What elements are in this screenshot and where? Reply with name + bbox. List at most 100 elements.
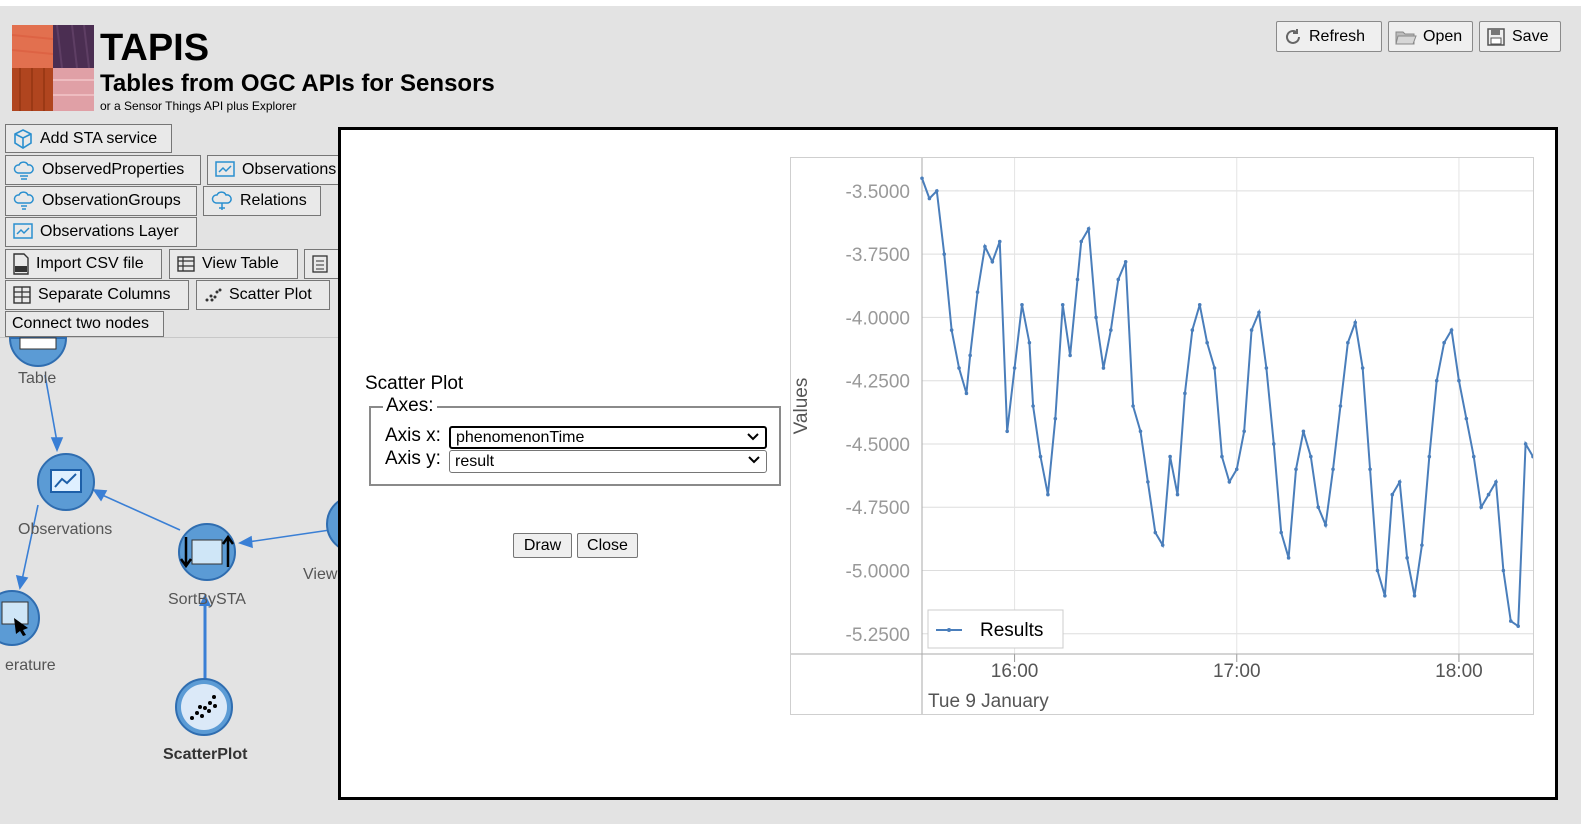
results-data-point xyxy=(1220,454,1224,459)
cloud-relations-icon xyxy=(211,191,232,210)
results-series-line xyxy=(921,177,1534,629)
axis-x-value: phenomenonTime xyxy=(456,428,585,446)
sortbysta-node[interactable] xyxy=(178,523,236,581)
save-button[interactable]: Save xyxy=(1479,21,1561,52)
results-data-point xyxy=(1234,467,1239,472)
bottom-background xyxy=(338,800,1581,824)
top-strip xyxy=(0,0,1581,6)
results-data-point xyxy=(1068,353,1072,358)
csv-file-icon xyxy=(13,253,29,275)
results-data-point xyxy=(1079,239,1084,244)
results-data-point xyxy=(1075,277,1080,282)
axis-x-select[interactable]: phenomenonTime xyxy=(449,426,767,449)
cloud-group-icon xyxy=(13,191,34,210)
view-table-button[interactable]: View Table xyxy=(169,249,298,279)
results-data-point xyxy=(1264,366,1269,370)
results-data-point xyxy=(975,290,980,294)
results-data-point xyxy=(1405,556,1409,560)
app-tagline: or a Sensor Things API plus Explorer xyxy=(100,99,297,113)
results-data-point xyxy=(1338,404,1343,408)
observations-node-label: Observations xyxy=(18,521,113,538)
results-data-point xyxy=(1086,227,1091,231)
results-data-point xyxy=(1053,416,1058,421)
results-data-point xyxy=(1146,480,1150,484)
results-data-point xyxy=(1205,340,1209,345)
scatterplot-node-label: ScatterPlot xyxy=(163,746,248,763)
scatterplot-node[interactable] xyxy=(175,678,233,736)
table-node[interactable] xyxy=(8,337,68,367)
axis-x-label: Axis x: xyxy=(385,425,441,446)
results-data-point xyxy=(1397,480,1402,484)
open-label: Open xyxy=(1423,27,1463,45)
results-data-point xyxy=(1301,429,1306,434)
results-data-point xyxy=(1501,568,1506,573)
observations-node[interactable] xyxy=(37,453,95,511)
temperature-node[interactable] xyxy=(0,590,40,646)
results-data-point xyxy=(927,196,932,201)
chart-monitor-icon xyxy=(215,161,235,177)
y-axis-label: Values xyxy=(791,378,812,435)
results-data-point xyxy=(1508,619,1513,623)
results-data-point xyxy=(1486,492,1491,497)
results-data-point xyxy=(1390,492,1395,497)
observed-properties-button[interactable]: ObservedProperties xyxy=(5,155,201,185)
y-tick-label: -4.7500 xyxy=(846,498,910,519)
results-data-point xyxy=(1375,568,1380,573)
results-data-point xyxy=(1123,259,1128,264)
results-data-point xyxy=(1353,320,1358,325)
results-data-point xyxy=(1160,543,1165,547)
results-data-point xyxy=(1197,302,1202,307)
y-tick-label: -4.2500 xyxy=(846,372,910,393)
results-data-point xyxy=(1427,454,1432,459)
cloud-sensor-icon xyxy=(13,161,34,180)
draw-label: Draw xyxy=(523,536,562,554)
folder-open-icon xyxy=(1395,31,1417,44)
relations-button[interactable]: Relations xyxy=(203,186,321,216)
results-data-point xyxy=(1242,429,1246,434)
cube-icon xyxy=(14,128,32,149)
refresh-button[interactable]: Refresh xyxy=(1276,21,1382,52)
y-tick-label: -5.0000 xyxy=(846,561,910,582)
import-csv-button[interactable]: Import CSV file xyxy=(5,249,162,279)
results-data-point xyxy=(1309,454,1313,459)
results-data-point xyxy=(1168,454,1172,459)
results-data-point xyxy=(1412,593,1417,598)
refresh-icon xyxy=(1286,28,1300,44)
results-data-point xyxy=(1046,492,1050,497)
results-data-point xyxy=(920,176,924,181)
scatter-chart: -3.5000 -3.7500 -4.0000 -4.2500 -4.5000 -4.75… xyxy=(791,158,1535,714)
results-data-point xyxy=(997,239,1002,244)
results-data-point xyxy=(1323,523,1328,527)
add-sta-service-button[interactable]: Add STA service xyxy=(5,124,172,153)
observation-groups-button[interactable]: ObservationGroups xyxy=(5,186,197,216)
sort-table-button[interactable] xyxy=(304,249,339,279)
results-data-point xyxy=(1516,624,1520,628)
observations-button[interactable]: Observations xyxy=(207,155,339,185)
axis-y-select[interactable]: result xyxy=(449,450,767,473)
results-data-point xyxy=(1101,366,1106,370)
open-button[interactable]: Open xyxy=(1388,21,1473,52)
results-data-point xyxy=(1471,454,1476,459)
results-data-point xyxy=(964,391,969,396)
table-icon xyxy=(177,256,195,272)
results-data-point xyxy=(1523,442,1528,446)
results-data-point xyxy=(942,252,947,256)
results-data-point xyxy=(983,244,987,249)
results-data-point xyxy=(1331,467,1335,472)
refresh-label: Refresh xyxy=(1309,27,1366,45)
results-data-point xyxy=(1138,429,1143,434)
save-label: Save xyxy=(1512,27,1549,45)
app-subtitle: Tables from OGC APIs for Sensors xyxy=(100,70,495,97)
results-data-point xyxy=(1294,467,1298,472)
results-data-point xyxy=(935,189,939,193)
chart-monitor-icon xyxy=(13,223,33,239)
results-data-point xyxy=(1494,480,1498,484)
y-tick-label: -4.0000 xyxy=(846,308,910,329)
results-data-point xyxy=(957,366,961,370)
x-tick-label: 16:00 xyxy=(991,661,1039,682)
close-button[interactable]: Close xyxy=(577,533,638,558)
results-data-point xyxy=(968,353,972,358)
add-sta-service-label: Add STA service xyxy=(40,129,158,147)
draw-button[interactable]: Draw xyxy=(513,533,572,558)
observations-layer-button[interactable]: Observations Layer xyxy=(5,217,197,247)
